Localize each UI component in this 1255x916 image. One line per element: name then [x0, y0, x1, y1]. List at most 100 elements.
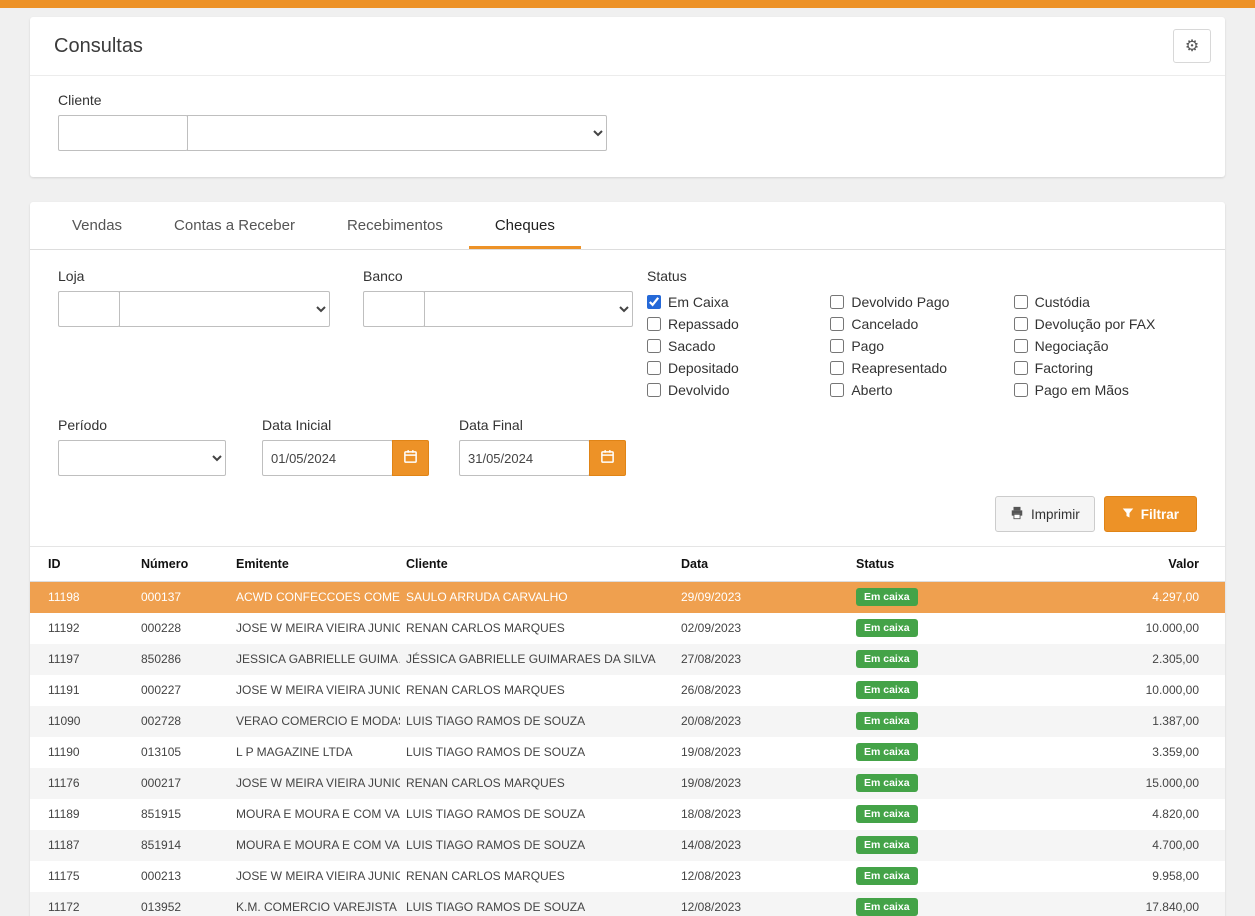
status-options: Em CaixaRepassadoSacadoDepositadoDevolvi…: [647, 291, 1197, 401]
data-final-group: Data Final: [459, 417, 626, 476]
imprimir-button[interactable]: Imprimir: [995, 496, 1095, 532]
settings-button[interactable]: ⚙: [1173, 29, 1211, 63]
top-accent-bar: [0, 0, 1255, 8]
cell-status: Em caixa: [850, 799, 1010, 830]
data-inicial-label: Data Inicial: [262, 417, 429, 433]
loja-code-input[interactable]: [58, 291, 120, 327]
status-option[interactable]: Sacado: [647, 335, 830, 357]
data-final-input[interactable]: [459, 440, 590, 476]
status-option-label: Aberto: [851, 382, 892, 398]
banco-select[interactable]: [424, 291, 633, 327]
status-label: Status: [647, 268, 1197, 284]
status-option[interactable]: Factoring: [1014, 357, 1197, 379]
tab-vendas[interactable]: Vendas: [46, 202, 148, 249]
data-inicial-input[interactable]: [262, 440, 393, 476]
loja-select[interactable]: [119, 291, 330, 327]
consultas-header: Consultas ⚙: [30, 17, 1225, 76]
cell-status: Em caixa: [850, 706, 1010, 737]
status-option[interactable]: Devolvido Pago: [830, 291, 1013, 313]
status-checkbox[interactable]: [647, 361, 661, 375]
status-option[interactable]: Pago em Mãos: [1014, 379, 1197, 401]
cell: 002728: [135, 706, 230, 737]
status-option-label: Negociação: [1035, 338, 1109, 354]
status-option[interactable]: Repassado: [647, 313, 830, 335]
status-option[interactable]: Negociação: [1014, 335, 1197, 357]
status-option[interactable]: Devolução por FAX: [1014, 313, 1197, 335]
status-checkbox[interactable]: [647, 295, 661, 309]
status-option-label: Devolução por FAX: [1035, 316, 1156, 332]
filtrar-button[interactable]: Filtrar: [1104, 496, 1197, 532]
periodo-select[interactable]: [58, 440, 226, 476]
status-checkbox[interactable]: [1014, 317, 1028, 331]
data-final-calendar-button[interactable]: [589, 440, 626, 476]
status-checkbox[interactable]: [1014, 383, 1028, 397]
status-option[interactable]: Em Caixa: [647, 291, 830, 313]
cell: 12/08/2023: [675, 892, 850, 916]
table-row[interactable]: 11175000213JOSE W MEIRA VIEIRA JUNIORREN…: [30, 861, 1225, 892]
table-row[interactable]: 11192000228JOSE W MEIRA VIEIRA JUNIORREN…: [30, 613, 1225, 644]
cell: 11172: [30, 892, 135, 916]
cell: JOSE W MEIRA VIEIRA JUNIOR: [230, 861, 400, 892]
status-option-label: Pago: [851, 338, 884, 354]
cell: 26/08/2023: [675, 675, 850, 706]
status-checkbox[interactable]: [830, 339, 844, 353]
table-row[interactable]: 11190013105L P MAGAZINE LTDALUIS TIAGO R…: [30, 737, 1225, 768]
status-option[interactable]: Aberto: [830, 379, 1013, 401]
tab-contas-a-receber[interactable]: Contas a Receber: [148, 202, 321, 249]
status-checkbox[interactable]: [647, 383, 661, 397]
cliente-select[interactable]: [187, 115, 607, 151]
status-checkbox[interactable]: [647, 339, 661, 353]
cell: K.M. COMERCIO VAREJISTA …: [230, 892, 400, 916]
status-option[interactable]: Depositado: [647, 357, 830, 379]
cell: VERAO COMERCIO E MODAS…: [230, 706, 400, 737]
cell: 11192: [30, 613, 135, 644]
cliente-code-input[interactable]: [58, 115, 188, 151]
status-group: Status Em CaixaRepassadoSacadoDepositado…: [633, 268, 1197, 401]
status-option[interactable]: Devolvido: [647, 379, 830, 401]
table-row[interactable]: 11172013952K.M. COMERCIO VAREJISTA …LUIS…: [30, 892, 1225, 916]
table-row[interactable]: 11176000217JOSE W MEIRA VIEIRA JUNIORREN…: [30, 768, 1225, 799]
status-checkbox[interactable]: [830, 383, 844, 397]
cell: RENAN CARLOS MARQUES: [400, 675, 675, 706]
status-option[interactable]: Pago: [830, 335, 1013, 357]
status-checkbox[interactable]: [830, 295, 844, 309]
table-row[interactable]: 11187851914MOURA E MOURA E COM VA…LUIS T…: [30, 830, 1225, 861]
cell-valor: 4.820,00: [1010, 799, 1225, 830]
status-option-label: Cancelado: [851, 316, 918, 332]
cell-valor: 15.000,00: [1010, 768, 1225, 799]
table-row[interactable]: 11189851915MOURA E MOURA E COM VA…LUIS T…: [30, 799, 1225, 830]
status-option[interactable]: Custódia: [1014, 291, 1197, 313]
data-final-label: Data Final: [459, 417, 626, 433]
status-checkbox[interactable]: [1014, 295, 1028, 309]
table-row[interactable]: 11090002728VERAO COMERCIO E MODAS…LUIS T…: [30, 706, 1225, 737]
cell-status: Em caixa: [850, 861, 1010, 892]
cell: RENAN CARLOS MARQUES: [400, 768, 675, 799]
table-row[interactable]: 11191000227JOSE W MEIRA VIEIRA JUNIORREN…: [30, 675, 1225, 706]
cell-valor: 9.958,00: [1010, 861, 1225, 892]
cell: RENAN CARLOS MARQUES: [400, 861, 675, 892]
status-checkbox[interactable]: [830, 317, 844, 331]
data-inicial-calendar-button[interactable]: [392, 440, 429, 476]
table-row[interactable]: 11198000137ACWD CONFECCOES COMER…SAULO A…: [30, 582, 1225, 613]
cell: MOURA E MOURA E COM VA…: [230, 830, 400, 861]
status-checkbox[interactable]: [647, 317, 661, 331]
table-row[interactable]: 11197850286JESSICA GABRIELLE GUIMA…JÉSSI…: [30, 644, 1225, 675]
banco-code-input[interactable]: [363, 291, 425, 327]
tab-cheques[interactable]: Cheques: [469, 202, 581, 249]
column-header: ID: [30, 547, 135, 582]
status-option[interactable]: Reapresentado: [830, 357, 1013, 379]
status-option[interactable]: Cancelado: [830, 313, 1013, 335]
cell: 29/09/2023: [675, 582, 850, 613]
loja-label: Loja: [58, 268, 331, 284]
cell: 11191: [30, 675, 135, 706]
banco-group: Banco: [363, 268, 633, 401]
status-checkbox[interactable]: [1014, 339, 1028, 353]
cell: L P MAGAZINE LTDA: [230, 737, 400, 768]
cheques-panel: VendasContas a ReceberRecebimentosCheque…: [30, 202, 1225, 916]
cell: 27/08/2023: [675, 644, 850, 675]
tab-recebimentos[interactable]: Recebimentos: [321, 202, 469, 249]
status-checkbox[interactable]: [1014, 361, 1028, 375]
cell: 11189: [30, 799, 135, 830]
results-table: IDNúmeroEmitenteClienteDataStatusValor 1…: [30, 547, 1225, 916]
status-checkbox[interactable]: [830, 361, 844, 375]
